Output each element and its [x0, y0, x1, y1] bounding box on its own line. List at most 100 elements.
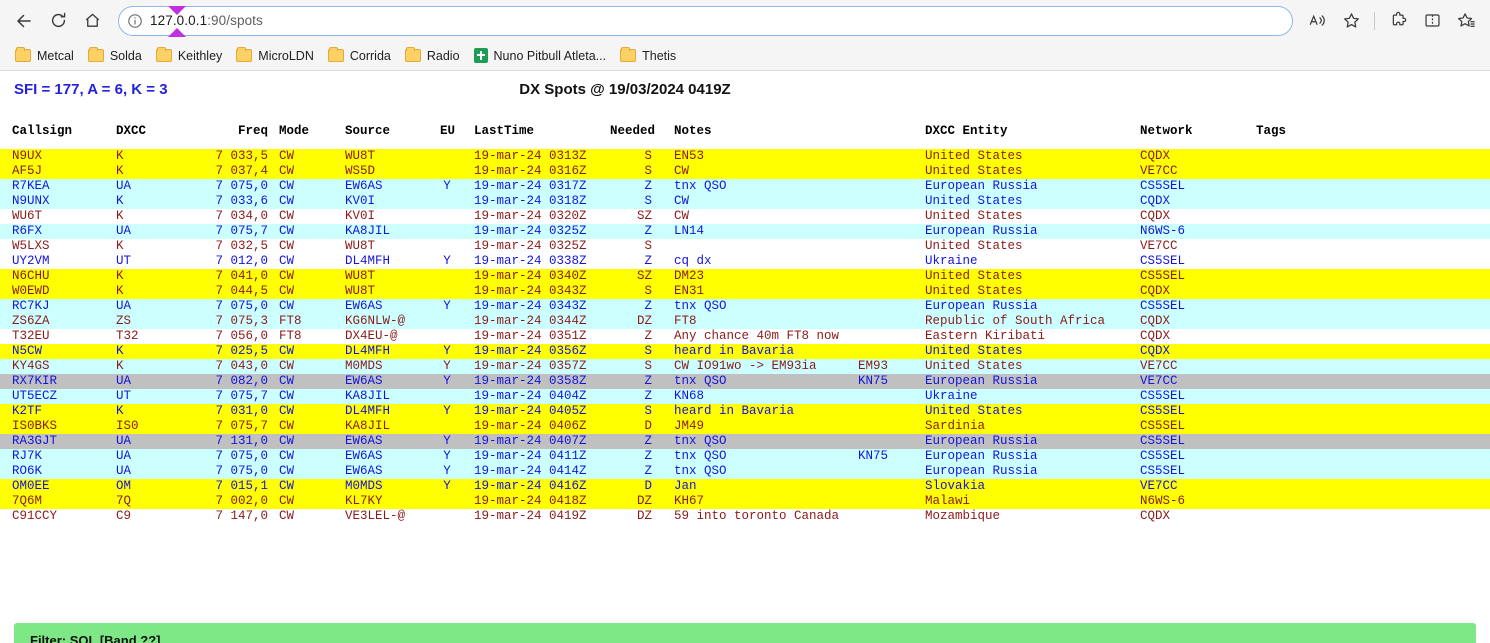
table-row[interactable]: T32EU T32 7 056,0 FT8 DX4EU-@ 19-mar-24 0351Z… [0, 329, 1490, 344]
bookmark-microldn[interactable]: MicroLDN [229, 46, 321, 66]
spot-callsign: 7Q6M [12, 494, 43, 508]
col-header-notes[interactable]: Notes [674, 119, 712, 143]
spot-needed: S [644, 404, 652, 418]
table-row[interactable]: AF5J K 7 037,4 CW WS5D 19-mar-24 0316Z S CW Unit… [0, 164, 1490, 179]
table-row[interactable]: N5CW K 7 025,5 CW DL4MFH Y 19-mar-24 0356Z Shea… [0, 344, 1490, 359]
spot-lasttime: 19-mar-24 0357Z [474, 359, 587, 373]
bookmark-thetis[interactable]: Thetis [613, 46, 683, 66]
col-header-tags[interactable]: Tags [1256, 119, 1286, 143]
spot-needed: Z [644, 299, 652, 313]
spot-callsign: W5LXS [12, 239, 50, 253]
spot-network: CQDX [1140, 344, 1171, 358]
table-row[interactable]: RA3GJT UA 7 131,0 CW EW6AS Y 19-mar-24 0407Z Zt… [0, 434, 1490, 449]
spot-source: WU8T [345, 149, 376, 163]
table-row[interactable]: K2TF K 7 031,0 CW DL4MFH Y 19-mar-24 0405Z Shea… [0, 404, 1490, 419]
bookmark-corrida[interactable]: Corrida [321, 46, 398, 66]
spot-source: WU8T [345, 284, 376, 298]
spot-freq: 7 037,4 [215, 164, 268, 178]
table-row[interactable]: N9UNX K 7 033,6 CW KV0I 19-mar-24 0318Z S CW Uni… [0, 194, 1490, 209]
spot-dxcc: 7Q [116, 494, 132, 508]
spots-table: Callsign DXCC Freq Mode Source EU LastTi… [0, 119, 1490, 524]
spot-notes: tnx QSO [674, 179, 727, 193]
table-row[interactable]: UY2VM UT 7 012,0 CW DL4MFH Y 19-mar-24 0338Z Zc… [0, 254, 1490, 269]
filter-panel: Filter: SQL [Band ??] X Need Call DXCC F… [14, 623, 1476, 643]
table-row[interactable]: UT5ECZ UT 7 075,7 CW KA8JIL 19-mar-24 0404Z Z K… [0, 389, 1490, 404]
col-header-entity[interactable]: DXCC Entity [925, 119, 1008, 143]
spot-mode: FT8 [279, 314, 302, 328]
table-row[interactable]: RX7KIR UA 7 082,0 CW EW6AS Y 19-mar-24 0358Z Zt… [0, 374, 1490, 389]
spot-mode: CW [279, 269, 295, 283]
spot-dxcc: UA [116, 464, 132, 478]
table-row[interactable]: WU6T K 7 034,0 CW KV0I 19-mar-24 0320Z SZ CW Uni… [0, 209, 1490, 224]
spot-eu-flag: Y [443, 359, 451, 373]
collections-icon[interactable] [1450, 5, 1482, 37]
spot-freq: 7 031,0 [215, 404, 268, 418]
table-row[interactable]: C91CCY C9 7 147,0 CW VE3LEL-@ 19-mar-24 0419Z… [0, 509, 1490, 524]
table-row[interactable]: IS0BKS IS0 7 075,7 CW KA8JIL 19-mar-24 0406Z D… [0, 419, 1490, 434]
table-row[interactable]: W0EWD K 7 044,5 CW WU8T 19-mar-24 0343Z S EN31 U… [0, 284, 1490, 299]
back-arrow-icon[interactable] [8, 5, 40, 37]
spot-mode: CW [279, 419, 295, 433]
bookmark-metcal[interactable]: Metcal [8, 46, 81, 66]
bookmark-solda[interactable]: Solda [81, 46, 149, 66]
spot-callsign: ZS6ZA [12, 314, 50, 328]
table-row[interactable]: RJ7K UA 7 075,0 CW EW6AS Y 19-mar-24 0411Z Ztnx… [0, 449, 1490, 464]
spot-needed: Z [644, 374, 652, 388]
star-icon[interactable] [1335, 5, 1367, 37]
reload-icon[interactable] [42, 5, 74, 37]
spot-mode: CW [279, 209, 295, 223]
bookmark-nuno-pitbull[interactable]: Nuno Pitbull Atleta... [467, 45, 614, 66]
split-screen-icon[interactable] [1416, 5, 1448, 37]
spot-lasttime: 19-mar-24 0419Z [474, 509, 587, 523]
address-bar[interactable]: 127.0.0.1:90/spots [118, 5, 1293, 36]
table-row[interactable]: RC7KJ UA 7 075,0 CW EW6AS Y 19-mar-24 0343Z Ztn… [0, 299, 1490, 314]
spot-needed: S [644, 344, 652, 358]
spot-network: CS5SEL [1140, 449, 1186, 463]
home-icon[interactable] [76, 5, 108, 37]
bookmark-radio[interactable]: Radio [398, 46, 467, 66]
col-header-lasttime[interactable]: LastTime [474, 119, 534, 143]
toolbar-right [1301, 5, 1482, 37]
spot-source: KV0I [345, 194, 376, 208]
table-row[interactable]: OM0EE OM 7 015,1 CW M0MDS Y 19-mar-24 0416Z D Ja… [0, 479, 1490, 494]
spot-notes: EN53 [674, 149, 705, 163]
page-content: SFI = 177, A = 6, K = 3 DX Spots @ 19/03… [0, 71, 1490, 643]
table-row[interactable]: W5LXS K 7 032,5 CW WU8T 19-mar-24 0325Z S Unite… [0, 239, 1490, 254]
spot-needed: Z [644, 254, 652, 268]
spot-source: M0MDS [345, 359, 383, 373]
col-header-dxcc[interactable]: DXCC [116, 119, 146, 143]
spot-needed: DZ [636, 509, 652, 523]
spot-network: CQDX [1140, 329, 1171, 343]
spot-source: VE3LEL-@ [345, 509, 406, 523]
spot-dxcc: UT [116, 389, 132, 403]
spot-entity: Malawi [925, 494, 971, 508]
col-header-eu[interactable]: EU [440, 119, 455, 143]
table-row[interactable]: R7KEA UA 7 075,0 CW EW6AS Y 19-mar-24 0317Z Ztn… [0, 179, 1490, 194]
spot-entity: Eastern Kiribati [925, 329, 1046, 343]
table-row[interactable]: ZS6ZA ZS 7 075,3 FT8 KG6NLW-@ 19-mar-24 0344Z… [0, 314, 1490, 329]
table-row[interactable]: 7Q6M 7Q 7 002,0 CW KL7KY 19-mar-24 0418Z DZ KH6… [0, 494, 1490, 509]
col-header-freq[interactable]: Freq [206, 119, 268, 143]
col-header-callsign[interactable]: Callsign [12, 119, 72, 143]
read-aloud-icon[interactable] [1301, 5, 1333, 37]
spot-lasttime: 19-mar-24 0313Z [474, 149, 587, 163]
col-header-source[interactable]: Source [345, 119, 390, 143]
col-header-needed[interactable]: Needed [610, 119, 655, 143]
info-circle-icon[interactable] [127, 13, 143, 29]
spot-source: EW6AS [345, 179, 383, 193]
spot-eu-flag: Y [443, 464, 451, 478]
spot-lasttime: 19-mar-24 0343Z [474, 284, 587, 298]
puzzle-icon[interactable] [1382, 5, 1414, 37]
spots-table-body: N9UX K 7 033,5 CW WU8T 19-mar-24 0313Z S EN53 Un… [0, 149, 1490, 524]
spot-network: N6WS-6 [1140, 494, 1186, 508]
spot-callsign: N9UNX [12, 194, 50, 208]
bookmark-keithley[interactable]: Keithley [149, 46, 229, 66]
table-row[interactable]: N6CHU K 7 041,0 CW WU8T 19-mar-24 0340Z SZ DM23… [0, 269, 1490, 284]
spot-callsign: OM0EE [12, 479, 50, 493]
col-header-network[interactable]: Network [1140, 119, 1193, 143]
table-row[interactable]: R6FX UA 7 075,7 CW KA8JIL 19-mar-24 0325Z Z LN1… [0, 224, 1490, 239]
col-header-mode[interactable]: Mode [279, 119, 309, 143]
table-row[interactable]: KY4GS K 7 043,0 CW M0MDS Y 19-mar-24 0357Z S CW … [0, 359, 1490, 374]
table-row[interactable]: RO6K UA 7 075,0 CW EW6AS Y 19-mar-24 0414Z Ztnx… [0, 464, 1490, 479]
table-row[interactable]: N9UX K 7 033,5 CW WU8T 19-mar-24 0313Z S EN53 Un… [0, 149, 1490, 164]
